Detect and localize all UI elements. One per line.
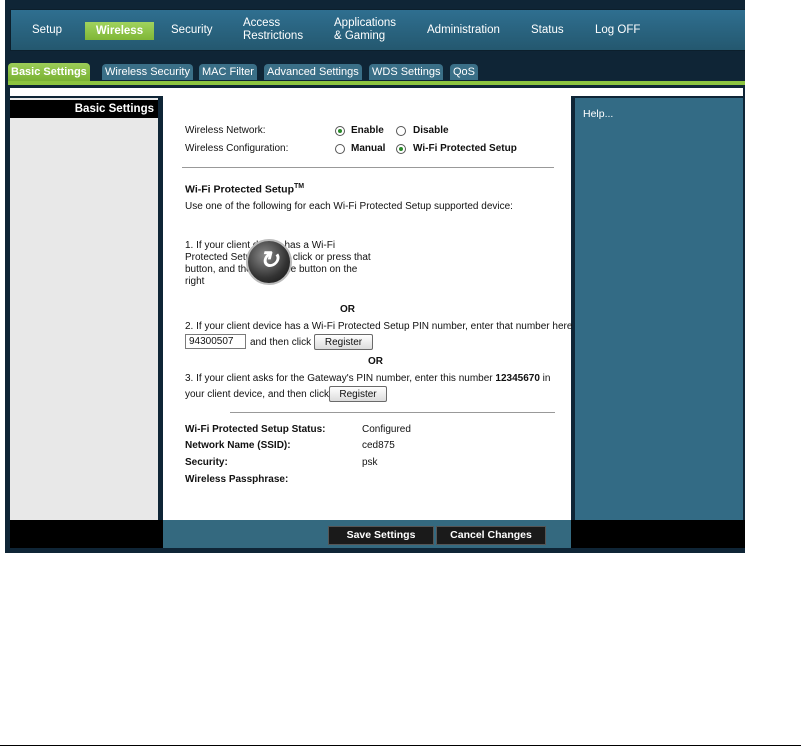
- nav-apps-line1: Applications: [334, 17, 397, 29]
- wps-status-label: Wi-Fi Protected Setup Status:: [185, 424, 326, 435]
- left-column: [10, 98, 158, 520]
- divider-2: [230, 412, 555, 413]
- nav-administration[interactable]: Administration: [427, 24, 500, 37]
- enable-radio[interactable]: [335, 126, 345, 136]
- top-navigation: Setup Wireless Security Access Restricti…: [10, 9, 745, 51]
- gateway-pin: 12345670: [495, 373, 540, 384]
- wireless-network-label: Wireless Network:: [185, 125, 266, 136]
- nav-applications-gaming[interactable]: Applications & Gaming: [334, 17, 396, 43]
- register-client-pin-button[interactable]: Register: [314, 334, 373, 350]
- wireless-config-label: Wireless Configuration:: [185, 143, 289, 154]
- or-separator-2: OR: [368, 356, 383, 367]
- help-link[interactable]: Help...: [583, 108, 613, 120]
- manual-radio[interactable]: [335, 144, 345, 154]
- nav-logoff[interactable]: Log OFF: [595, 24, 640, 37]
- step3-line2: your client device, and then click: [185, 389, 329, 400]
- wps-radio[interactable]: [396, 144, 406, 154]
- wps-label: Wi-Fi Protected Setup: [413, 143, 517, 154]
- tab-wds-settings[interactable]: WDS Settings: [369, 64, 444, 80]
- disable-radio[interactable]: [396, 126, 406, 136]
- step3-text-b: in: [539, 373, 551, 384]
- wps-status-value: Configured: [362, 424, 411, 435]
- step1-line4: right: [185, 276, 205, 287]
- and-then-click-label: and then click: [250, 337, 312, 348]
- nav-security[interactable]: Security: [171, 24, 213, 37]
- tab-basic-settings[interactable]: Basic Settings: [8, 63, 90, 81]
- nav-apps-line2: & Gaming: [334, 30, 386, 42]
- nav-wireless[interactable]: Wireless: [85, 22, 154, 40]
- wps-heading-text: Wi-Fi Protected Setup: [185, 183, 294, 196]
- enable-label: Enable: [351, 125, 384, 136]
- client-pin-input[interactable]: [185, 334, 246, 349]
- security-label: Security:: [185, 457, 228, 468]
- security-value: psk: [362, 457, 378, 468]
- disable-label: Disable: [413, 125, 449, 136]
- nav-access-line1: Access: [243, 17, 281, 29]
- help-panel: Help...: [575, 98, 743, 520]
- tab-mac-filter[interactable]: MAC Filter: [199, 64, 257, 80]
- step3-text-a: 3. If your client asks for the Gateway's…: [185, 373, 496, 384]
- wps-push-button-icon[interactable]: ↻: [246, 239, 292, 285]
- wps-intro: Use one of the following for each Wi-Fi …: [185, 201, 513, 212]
- manual-label: Manual: [351, 143, 386, 154]
- router-admin-screenshot: Setup Wireless Security Access Restricti…: [5, 0, 745, 553]
- ssid-label: Network Name (SSID):: [185, 440, 291, 451]
- or-separator-1: OR: [340, 304, 355, 315]
- tab-underline: [8, 81, 745, 85]
- cancel-changes-button[interactable]: Cancel Changes: [436, 526, 546, 545]
- ssid-value: ced875: [362, 440, 395, 451]
- tab-advanced-settings[interactable]: Advanced Settings: [264, 64, 362, 80]
- divider: [182, 167, 554, 168]
- tab-qos[interactable]: QoS: [450, 64, 479, 80]
- nav-status[interactable]: Status: [531, 24, 564, 37]
- trademark: TM: [294, 183, 305, 190]
- step2-text: 2. If your client device has a Wi-Fi Pro…: [185, 321, 573, 332]
- left-column-title: Basic Settings: [10, 100, 158, 118]
- wps-heading: Wi-Fi Protected SetupTM: [185, 183, 304, 196]
- tab-wireless-security[interactable]: Wireless Security: [102, 64, 193, 80]
- page-bottom-rule: [0, 745, 801, 746]
- nav-access-line2: Restrictions: [243, 30, 304, 42]
- passphrase-label: Wireless Passphrase:: [185, 474, 289, 485]
- nav-setup[interactable]: Setup: [32, 24, 62, 37]
- step3-line1: 3. If your client asks for the Gateway's…: [185, 373, 550, 384]
- nav-access-restrictions[interactable]: Access Restrictions: [243, 17, 303, 43]
- save-settings-button[interactable]: Save Settings: [328, 526, 434, 545]
- register-gateway-pin-button[interactable]: Register: [329, 386, 387, 402]
